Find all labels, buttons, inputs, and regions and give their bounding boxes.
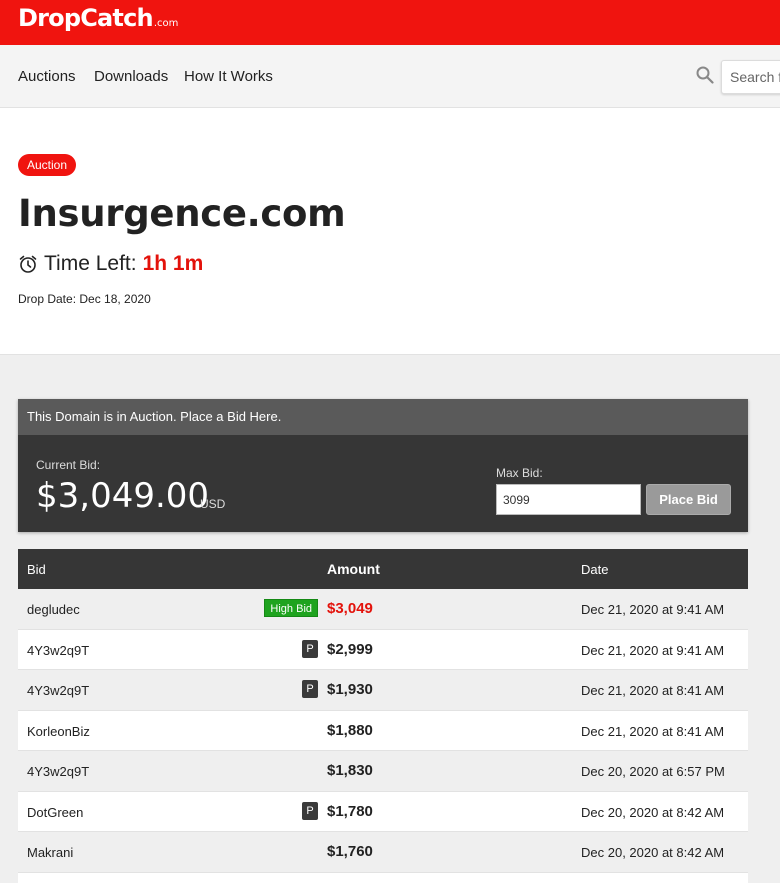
max-bid-label: Max Bid: — [496, 466, 543, 480]
table-row: 4Y3w2q9T P $1,930 Dec 21, 2020 at 8:41 A… — [18, 670, 748, 711]
nav-downloads[interactable]: Downloads — [94, 68, 168, 85]
nav-how-it-works[interactable]: How It Works — [184, 68, 273, 85]
nav-auctions[interactable]: Auctions — [18, 68, 76, 85]
place-bid-button[interactable]: Place Bid — [646, 484, 731, 515]
table-row: DotGreen P $1,780 Dec 20, 2020 at 8:42 A… — [18, 791, 748, 832]
bid-panel: This Domain is in Auction. Place a Bid H… — [18, 399, 748, 532]
column-header-amount[interactable]: Amount — [327, 561, 380, 577]
bid-date: Dec 21, 2020 at 8:41 AM — [581, 683, 725, 698]
alarm-clock-icon — [19, 255, 37, 273]
listing-header: Auction Insurgence.com Time Left: 1h 1m … — [0, 108, 780, 355]
proxy-bid-icon: P — [302, 680, 318, 698]
current-bid-value: $3,049.00 — [36, 476, 210, 516]
bidder-name: 4Y3w2q9T — [27, 683, 90, 698]
bid-history-table: Bid Amount Date degludec High Bid $3,049… — [18, 549, 748, 883]
bidder-name: KorleonBiz — [27, 723, 90, 739]
drop-date: Drop Date: Dec 18, 2020 — [18, 292, 151, 306]
proxy-bid-icon: P — [302, 639, 318, 658]
logo-text: DropCatch — [18, 4, 154, 32]
bidder-name: 4Y3w2q9T — [27, 764, 90, 779]
max-bid-input[interactable] — [496, 484, 641, 515]
bidder-name: DotGreen — [27, 804, 84, 820]
bidder-name: 4Y3w2q9T — [27, 642, 90, 658]
time-left: Time Left: 1h 1m — [18, 252, 203, 276]
bid-amount: $1,830 — [327, 762, 373, 779]
proxy-bid-icon: P — [302, 801, 318, 820]
main-nav: Auctions Downloads How It Works — [0, 45, 780, 108]
table-row: degludec High Bid $3,049 Dec 21, 2020 at… — [18, 589, 748, 630]
dropcatch-logo[interactable]: DropCatch.com — [18, 4, 178, 32]
logo-tld: .com — [153, 18, 179, 29]
table-row: Makrani $1,760 Dec 20, 2020 at 8:42 AM — [18, 832, 748, 873]
currency-label: USD — [200, 497, 226, 511]
bid-date: Dec 20, 2020 at 6:57 PM — [581, 764, 725, 779]
top-bar: DropCatch.com — [0, 0, 780, 45]
bid-amount: $2,999 — [327, 640, 373, 658]
current-bid-label: Current Bid: — [36, 458, 101, 472]
search-icon[interactable] — [696, 66, 714, 84]
bid-date: Dec 21, 2020 at 9:41 AM — [581, 642, 725, 658]
table-row: KorleonBiz $1,880 Dec 21, 2020 at 8:41 A… — [18, 710, 748, 751]
bid-amount: $1,880 — [327, 721, 373, 739]
time-left-label: Time Left: — [44, 252, 137, 275]
bid-date: Dec 21, 2020 at 8:41 AM — [581, 723, 725, 739]
table-row — [18, 872, 748, 883]
table-header: Bid Amount Date — [18, 549, 748, 589]
column-header-date[interactable]: Date — [581, 562, 608, 577]
bidder-name: degludec — [27, 602, 80, 617]
search-input[interactable] — [721, 60, 780, 94]
high-bid-badge: High Bid — [264, 599, 318, 617]
auction-badge: Auction — [18, 154, 77, 176]
bidder-name: Makrani — [27, 845, 74, 860]
bid-amount: $1,930 — [327, 681, 373, 698]
time-left-value: 1h 1m — [142, 252, 204, 275]
bid-date: Dec 20, 2020 at 8:42 AM — [581, 845, 725, 860]
bid-amount: $3,049 — [327, 600, 373, 617]
table-row: 4Y3w2q9T $1,830 Dec 20, 2020 at 6:57 PM — [18, 751, 748, 792]
column-header-bid[interactable]: Bid — [27, 562, 46, 577]
bid-date: Dec 21, 2020 at 9:41 AM — [581, 602, 725, 617]
domain-title: Insurgence.com — [18, 192, 346, 235]
table-row: 4Y3w2q9T P $2,999 Dec 21, 2020 at 9:41 A… — [18, 629, 748, 670]
bid-date: Dec 20, 2020 at 8:42 AM — [581, 804, 725, 820]
bid-panel-heading: This Domain is in Auction. Place a Bid H… — [18, 399, 748, 435]
bid-amount: $1,760 — [327, 843, 373, 860]
bid-amount: $1,780 — [327, 802, 373, 820]
